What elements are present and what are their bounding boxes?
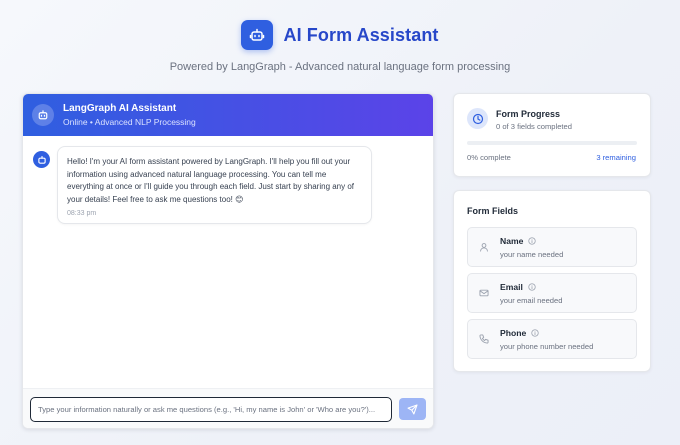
- send-icon: [407, 403, 418, 415]
- assistant-message: Hello! I'm your AI form assistant powere…: [57, 146, 372, 224]
- send-button[interactable]: [399, 398, 426, 420]
- chat-title: LangGraph AI Assistant: [63, 103, 177, 114]
- chat-status: Online • Advanced NLP Processing: [63, 117, 196, 127]
- app-subtitle: Powered by LangGraph - Advanced natural …: [169, 61, 511, 73]
- user-icon: [478, 241, 490, 253]
- app-title: AI Form Assistant: [283, 24, 439, 45]
- chat-panel: LangGraph AI Assistant Online • Advanced…: [22, 93, 434, 429]
- field-label: Email: [500, 282, 536, 292]
- info-icon: [531, 329, 539, 337]
- assistant-avatar-icon: [33, 151, 50, 168]
- progress-title: Form Progress: [496, 109, 561, 119]
- progress-count: 0 of 3 fields completed: [496, 122, 572, 131]
- field-hint: your email needed: [500, 296, 563, 305]
- chat-input[interactable]: [30, 397, 392, 422]
- form-progress-card: Form Progress 0 of 3 fields completed 0%…: [453, 93, 651, 177]
- field-label-text: Email: [500, 282, 523, 292]
- message-text: Hello! I'm your AI form assistant powere…: [67, 157, 355, 204]
- field-label-text: Name: [500, 236, 524, 246]
- phone-icon: [478, 333, 490, 345]
- field-hint: your phone number needed: [500, 342, 594, 351]
- app-header: AI Form Assistant: [0, 19, 680, 51]
- field-hint: your name needed: [500, 250, 564, 259]
- field-name: Name your name needed: [467, 227, 637, 267]
- message-timestamp: 08:33 pm: [67, 210, 97, 217]
- form-fields-card: Form Fields Name your name needed Email …: [453, 190, 651, 372]
- progress-remaining: 3 remaining: [596, 153, 636, 162]
- robot-icon: [241, 20, 274, 50]
- info-icon: [528, 237, 537, 245]
- field-label: Name: [500, 236, 537, 246]
- progress-percent: 0% complete: [467, 153, 511, 162]
- form-fields-title: Form Fields: [467, 206, 519, 216]
- message-list: Hello! I'm your AI form assistant powere…: [23, 136, 433, 388]
- field-label-text: Phone: [500, 328, 527, 338]
- mail-icon: [478, 287, 490, 299]
- progress-bar: [467, 141, 637, 145]
- chat-header: LangGraph AI Assistant Online • Advanced…: [23, 94, 433, 136]
- field-label: Phone: [500, 328, 539, 338]
- field-phone: Phone your phone number needed: [467, 319, 637, 359]
- field-email: Email your email needed: [467, 273, 637, 313]
- robot-icon: [32, 104, 54, 126]
- chat-input-bar: [23, 388, 433, 428]
- clock-icon: [467, 108, 488, 129]
- info-icon: [528, 283, 536, 291]
